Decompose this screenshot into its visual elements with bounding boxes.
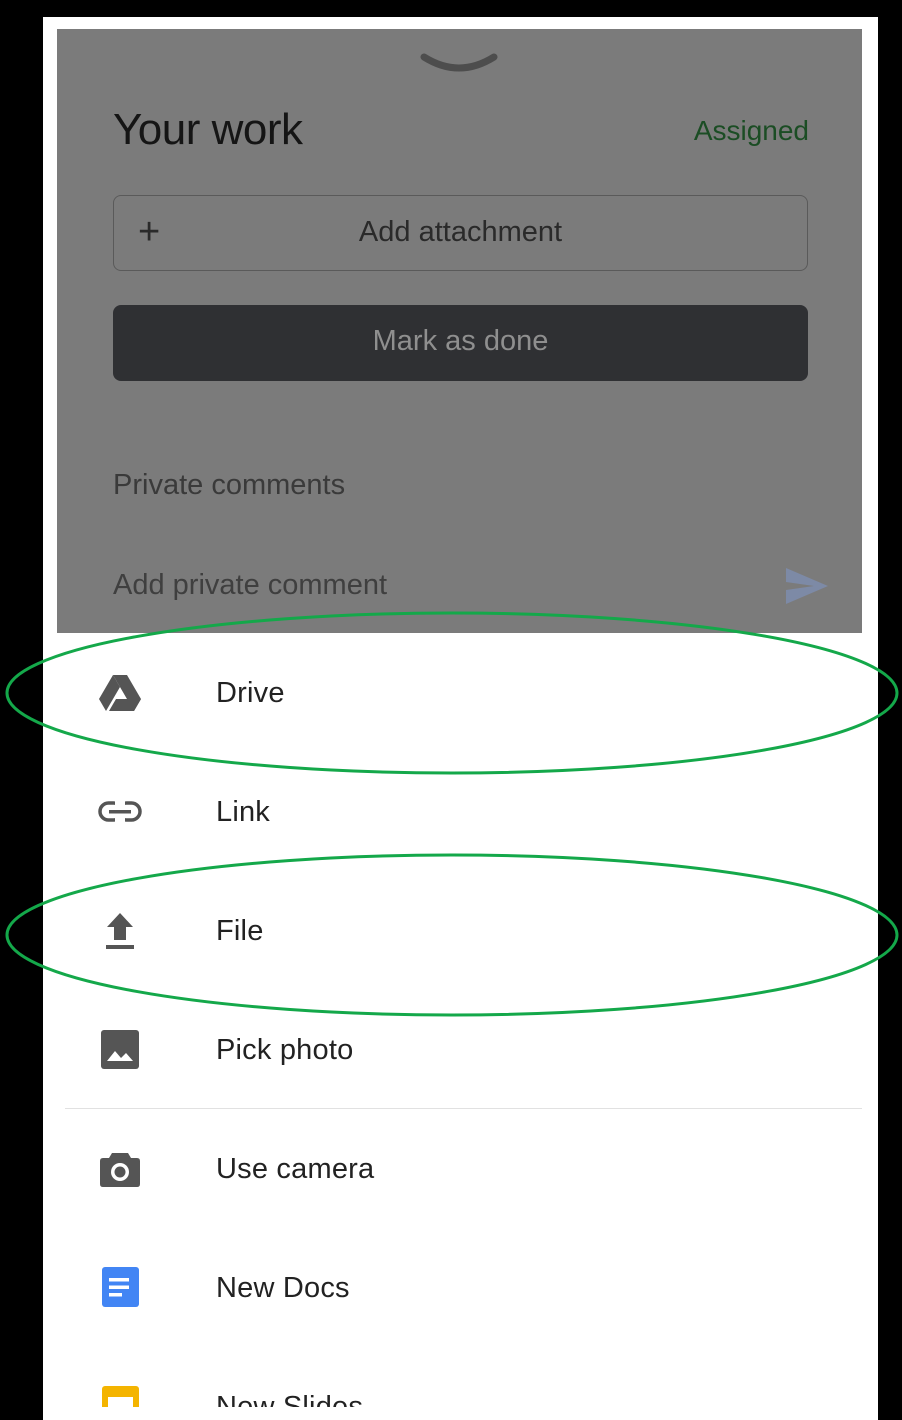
- camera-icon: [100, 1153, 140, 1187]
- sheet-item-new-docs[interactable]: New Docs: [57, 1228, 862, 1347]
- sheet-item-use-camera[interactable]: Use camera: [57, 1109, 862, 1228]
- your-work-card: Your work Assigned + Add attachment Mark…: [57, 29, 862, 633]
- drive-icon: [99, 675, 141, 711]
- sheet-item-label: New Docs: [216, 1272, 350, 1304]
- slides-icon: [102, 1386, 139, 1407]
- sheet-item-link[interactable]: Link: [57, 752, 862, 871]
- private-comments-heading: Private comments: [113, 469, 346, 501]
- sheet-item-label: Link: [216, 796, 270, 828]
- sheet-item-label: Pick photo: [216, 1034, 354, 1066]
- collapse-handle-icon[interactable]: [420, 53, 498, 75]
- mark-as-done-label: Mark as done: [372, 325, 549, 357]
- sheet-item-label: Use camera: [216, 1153, 375, 1185]
- sheet-item-label: File: [216, 915, 264, 947]
- sheet-item-new-slides[interactable]: New Slides: [57, 1347, 862, 1407]
- sheet-item-label: Drive: [216, 677, 285, 709]
- link-icon: [98, 801, 142, 822]
- send-icon[interactable]: [784, 566, 830, 606]
- sheet-item-drive[interactable]: Drive: [57, 633, 862, 752]
- add-attachment-label: Add attachment: [358, 216, 563, 248]
- sheet-item-pick-photo[interactable]: Pick photo: [57, 990, 862, 1109]
- private-comment-input[interactable]: Add private comment: [113, 569, 387, 602]
- attachment-bottom-sheet: Drive Link File Pick photo Use camera Ne…: [57, 633, 862, 1407]
- upload-icon: [106, 913, 134, 949]
- add-attachment-button[interactable]: + Add attachment: [113, 195, 808, 271]
- status-badge: Assigned: [693, 115, 809, 146]
- image-icon: [101, 1030, 139, 1069]
- card-title: Your work: [113, 105, 303, 154]
- mark-as-done-button[interactable]: Mark as done: [113, 305, 808, 381]
- docs-icon: [102, 1267, 139, 1307]
- sheet-item-file[interactable]: File: [57, 871, 862, 990]
- sheet-item-label: New Slides: [216, 1391, 364, 1407]
- app-screen: Your work Assigned + Add attachment Mark…: [57, 29, 862, 1407]
